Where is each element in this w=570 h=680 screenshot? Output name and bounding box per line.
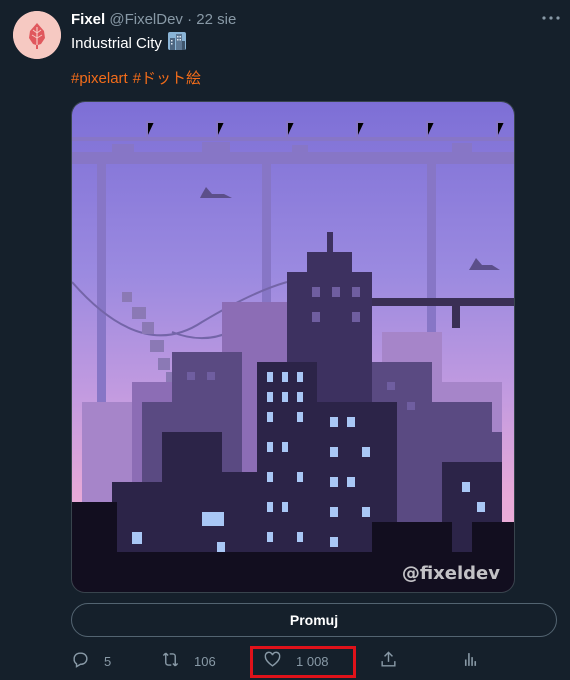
promote-button[interactable]: Promuj	[71, 603, 557, 637]
tweet-date[interactable]: 22 sie	[196, 11, 236, 28]
author-name[interactable]: Fixel	[71, 11, 105, 28]
retweet-count: 106	[194, 653, 216, 669]
tweet-header: Fixel @FixelDev · 22 sie	[71, 11, 236, 29]
tweet-image[interactable]: @fixeldev	[71, 101, 515, 593]
retweet-icon	[161, 650, 180, 672]
separator: ·	[187, 11, 193, 28]
tweet-text: Industrial City	[71, 32, 186, 55]
reply-icon	[71, 650, 90, 672]
like-highlight-box	[250, 646, 356, 678]
reply-button[interactable]: 5	[71, 648, 111, 674]
avatar[interactable]	[13, 11, 61, 59]
hashtags: #pixelart #ドット絵	[71, 69, 206, 88]
share-button[interactable]	[379, 648, 398, 674]
reply-count: 5	[104, 653, 112, 669]
author-handle[interactable]: @FixelDev	[109, 11, 183, 28]
industrial-city-pixel-art	[72, 102, 514, 592]
more-icon[interactable]	[540, 9, 562, 27]
analytics-button[interactable]	[461, 648, 480, 674]
image-watermark: @fixeldev	[401, 563, 500, 584]
analytics-icon	[461, 650, 480, 672]
building-emoji-icon	[167, 32, 186, 55]
hashtag-dot-e[interactable]: #ドット絵	[133, 70, 201, 87]
fixel-logo-icon	[13, 11, 61, 59]
share-icon	[379, 650, 398, 672]
hashtag-pixelart[interactable]: #pixelart	[71, 70, 128, 87]
tweet-body: Industrial City	[71, 35, 162, 52]
retweet-button[interactable]: 106	[161, 648, 216, 674]
